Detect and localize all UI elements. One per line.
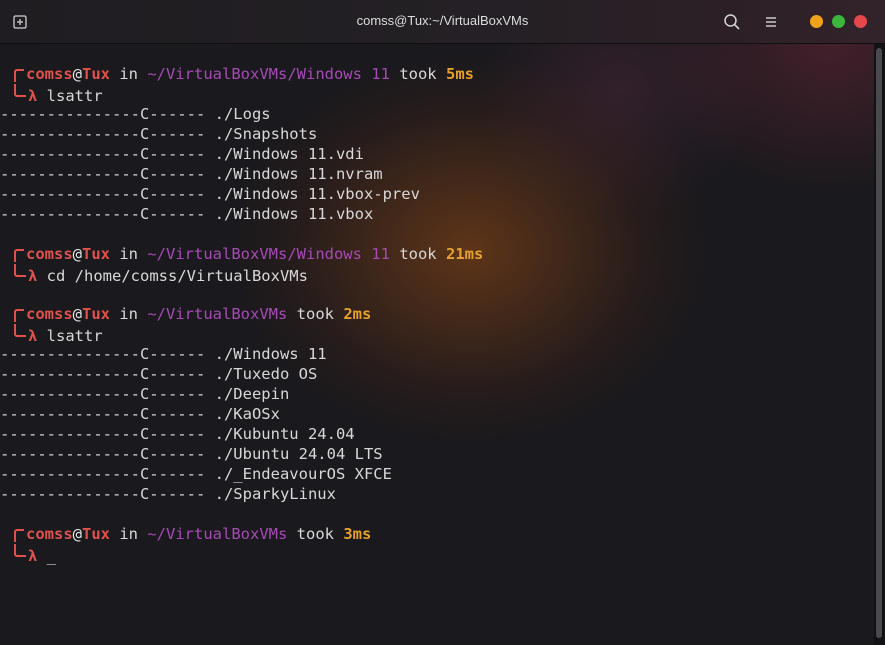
prompt-line: comss@Tux in ~/VirtualBoxVMs/Windows 11 … bbox=[0, 244, 872, 264]
output-line: ---------------C------ ./Windows 11.nvra… bbox=[0, 165, 383, 183]
title-bar: comss@Tux:~/VirtualBoxVMs bbox=[0, 0, 885, 44]
prompt-corner-bottom bbox=[14, 84, 26, 97]
prompt-corner-top bbox=[14, 249, 24, 262]
prompt-corner-bottom bbox=[14, 264, 26, 277]
command-line: λ lsattr bbox=[0, 324, 872, 345]
prompt-lambda: λ bbox=[28, 547, 38, 565]
prompt-took: took bbox=[389, 65, 446, 83]
terminal-output[interactable]: comss@Tux in ~/VirtualBoxVMs/Windows 11 … bbox=[0, 64, 872, 565]
output-line: ---------------C------ ./Windows 11.vbox bbox=[0, 205, 374, 223]
window-title: comss@Tux:~/VirtualBoxVMs bbox=[356, 13, 529, 28]
prompt-corner-top bbox=[14, 309, 24, 322]
prompt-took: took bbox=[389, 245, 446, 263]
output-line: ---------------C------ ./Ubuntu 24.04 LT… bbox=[0, 445, 383, 463]
command-text: _ bbox=[37, 547, 57, 565]
output-line: ---------------C------ ./Windows 11.vbox… bbox=[0, 185, 420, 203]
prompt-in: in bbox=[110, 65, 148, 83]
prompt-host: Tux bbox=[82, 305, 111, 323]
prompt-duration: 21ms bbox=[445, 245, 484, 263]
command-line: λ cd /home/comss/VirtualBoxVMs bbox=[0, 264, 872, 285]
prompt-path: ~/VirtualBoxVMs/Windows 11 bbox=[147, 245, 390, 263]
prompt-in: in bbox=[110, 245, 148, 263]
prompt-host: Tux bbox=[82, 245, 111, 263]
prompt-at: @ bbox=[72, 525, 83, 543]
prompt-at: @ bbox=[72, 65, 83, 83]
scrollbar-thumb[interactable] bbox=[876, 48, 882, 638]
prompt-corner-top bbox=[14, 529, 24, 542]
prompt-duration: 5ms bbox=[445, 65, 474, 83]
output-line: ---------------C------ ./Logs bbox=[0, 105, 271, 123]
output-line: ---------------C------ ./KaOSx bbox=[0, 405, 280, 423]
maximize-button[interactable] bbox=[832, 15, 845, 28]
output-line: ---------------C------ ./Kubuntu 24.04 bbox=[0, 425, 355, 443]
prompt-path: ~/VirtualBoxVMs bbox=[147, 525, 288, 543]
command-line: λ lsattr bbox=[0, 84, 872, 105]
output-line: ---------------C------ ./SparkyLinux bbox=[0, 485, 336, 503]
hamburger-menu-icon[interactable] bbox=[762, 13, 780, 31]
prompt-at: @ bbox=[72, 245, 83, 263]
prompt-user: comss bbox=[26, 245, 73, 263]
prompt-host: Tux bbox=[82, 65, 111, 83]
output-line: ---------------C------ ./Windows 11 bbox=[0, 345, 327, 363]
search-icon[interactable] bbox=[722, 12, 742, 32]
prompt-corner-bottom bbox=[14, 324, 26, 337]
prompt-path: ~/VirtualBoxVMs/Windows 11 bbox=[147, 65, 390, 83]
prompt-lambda: λ bbox=[28, 87, 38, 105]
prompt-in: in bbox=[110, 525, 148, 543]
prompt-lambda: λ bbox=[28, 267, 38, 285]
prompt-took: took bbox=[287, 525, 344, 543]
close-button[interactable] bbox=[854, 15, 867, 28]
prompt-duration: 3ms bbox=[343, 525, 372, 543]
prompt-line: comss@Tux in ~/VirtualBoxVMs took 2ms bbox=[0, 304, 872, 324]
command-text: lsattr bbox=[37, 87, 103, 105]
prompt-user: comss bbox=[26, 305, 73, 323]
minimize-button[interactable] bbox=[810, 15, 823, 28]
prompt-user: comss bbox=[26, 525, 73, 543]
prompt-corner-bottom bbox=[14, 544, 26, 557]
prompt-corner-top bbox=[14, 69, 24, 82]
command-text: cd /home/comss/VirtualBoxVMs bbox=[37, 267, 308, 285]
prompt-user: comss bbox=[26, 65, 73, 83]
prompt-line: comss@Tux in ~/VirtualBoxVMs/Windows 11 … bbox=[0, 64, 872, 84]
prompt-line: comss@Tux in ~/VirtualBoxVMs took 3ms bbox=[0, 524, 872, 544]
prompt-path: ~/VirtualBoxVMs bbox=[147, 305, 288, 323]
prompt-took: took bbox=[287, 305, 344, 323]
output-line: ---------------C------ ./Tuxedo OS bbox=[0, 365, 318, 383]
prompt-lambda: λ bbox=[28, 327, 38, 345]
prompt-host: Tux bbox=[82, 525, 111, 543]
output-line: ---------------C------ ./Windows 11.vdi bbox=[0, 145, 364, 163]
prompt-duration: 2ms bbox=[343, 305, 372, 323]
command-text: lsattr bbox=[37, 327, 103, 345]
output-line: ---------------C------ ./Snapshots bbox=[0, 125, 318, 143]
command-line: λ _ bbox=[0, 544, 872, 565]
prompt-in: in bbox=[110, 305, 148, 323]
prompt-at: @ bbox=[72, 305, 83, 323]
output-line: ---------------C------ ./_EndeavourOS XF… bbox=[0, 465, 392, 483]
output-line: ---------------C------ ./Deepin bbox=[0, 385, 290, 403]
terminal-window: comss@Tux:~/VirtualBoxVMs comss@Tux in ~… bbox=[0, 0, 885, 645]
